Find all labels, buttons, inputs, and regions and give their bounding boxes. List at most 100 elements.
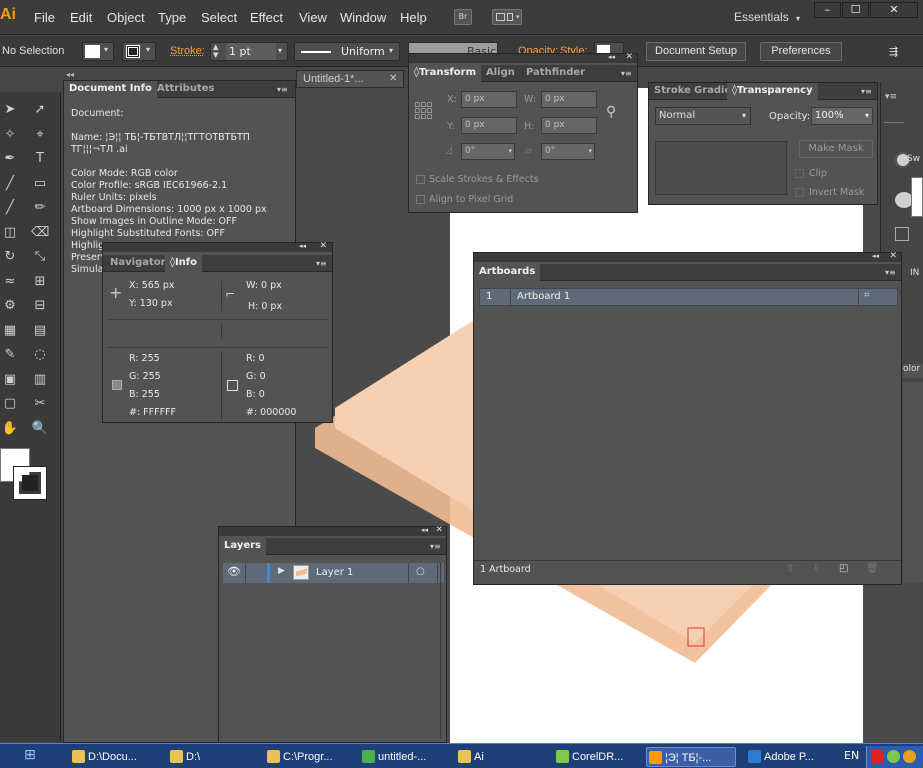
tab-artboards[interactable]: Artboards [474, 264, 541, 281]
menu-object[interactable]: Object [107, 10, 145, 25]
maximize-button[interactable]: ☐ [842, 2, 869, 18]
menu-type[interactable]: Type [158, 10, 186, 25]
pdf-tray-icon[interactable] [871, 750, 884, 763]
panel-menu-icon[interactable]: ▾≡ [861, 87, 873, 96]
tab-transparency[interactable]: ◊Transparency [727, 83, 818, 100]
workspace-switcher[interactable]: Essentials ▾ [734, 10, 800, 24]
artboards-titlebar[interactable]: ◂◂ ✕ [474, 251, 901, 262]
menu-help[interactable]: Help [400, 10, 427, 25]
panel-menu-icon[interactable]: ▾≡ [277, 85, 289, 94]
h-field[interactable]: 0 px [541, 117, 597, 134]
tool-icon[interactable]: T [31, 150, 49, 168]
x-field[interactable]: 0 px [461, 91, 517, 108]
artboard-row[interactable]: 1 Artboard 1 ⌗ [479, 288, 898, 306]
w-field[interactable]: 0 px [541, 91, 597, 108]
taskbar-item[interactable]: C:\Progr... [265, 747, 355, 767]
document-tab-close[interactable]: ✕ [389, 73, 397, 84]
collapse-icon[interactable]: ◂◂ [608, 53, 615, 61]
collapse-icon[interactable]: ◂◂ [421, 526, 428, 534]
tool-icon[interactable]: ⌫ [31, 224, 49, 242]
tab-attributes[interactable]: Attributes [152, 81, 219, 98]
make-mask-button[interactable]: Make Mask [799, 140, 873, 158]
close-button[interactable]: ✕ [870, 2, 918, 18]
tool-icon[interactable]: ⌖ [31, 126, 49, 144]
dock-tab-label[interactable]: IN [910, 268, 919, 278]
taskbar-item[interactable]: Ai [456, 747, 546, 767]
tool-icon[interactable]: ✒ [1, 150, 19, 168]
menu-view[interactable]: View [299, 10, 327, 25]
reference-point-icon[interactable]: ▫▫▫ ▫▫▫ ▫▫▫ [414, 101, 434, 122]
tool-icon[interactable]: ▤ [31, 322, 49, 340]
expand-arrow-icon[interactable]: ▶ [278, 566, 285, 576]
clip-checkbox[interactable] [795, 169, 804, 178]
new-artboard-icon[interactable]: ◰ [839, 563, 848, 574]
tool-icon[interactable]: ✎ [1, 346, 19, 364]
document-setup-button[interactable]: Document Setup [646, 42, 746, 61]
move-up-icon[interactable]: ⇧ [786, 563, 794, 574]
menu-effect[interactable]: Effect [250, 10, 283, 25]
volume-tray-icon[interactable] [903, 750, 916, 763]
tool-icon[interactable]: ╱ [1, 175, 19, 193]
tool-icon[interactable]: ⚙ [1, 297, 19, 315]
link-icon[interactable]: ⚲ [606, 104, 616, 120]
move-down-icon[interactable]: ⇩ [812, 563, 820, 574]
tab-info[interactable]: ◊Info [165, 255, 203, 272]
bridge-button[interactable]: Br [454, 9, 472, 25]
tool-icon[interactable]: ✋ [1, 420, 19, 438]
target-icon[interactable]: ○ [416, 566, 425, 577]
tool-icon[interactable]: ✂ [31, 395, 49, 413]
panel-menu-icon[interactable]: ▾≡ [316, 259, 328, 268]
tool-icon[interactable]: ⊟ [31, 297, 49, 315]
tool-icon[interactable]: ≈ [1, 273, 19, 291]
tool-icon[interactable]: ⤡ [31, 248, 49, 266]
tab-align[interactable]: Align [481, 65, 520, 82]
tool-icon[interactable]: ↻ [1, 248, 19, 266]
stroke-color-box[interactable] [13, 466, 47, 500]
tab-navigator[interactable]: Navigator [105, 255, 171, 272]
variable-width-profile[interactable]: Uniform ▾ [294, 42, 400, 61]
control-menu-icon[interactable]: ⇶ [889, 45, 898, 58]
opacity-field[interactable]: 100% ▾ [811, 107, 873, 125]
visibility-eye-icon[interactable]: 👁 [227, 565, 241, 578]
tool-icon[interactable]: ╱ [1, 199, 19, 217]
artboard-options-icon[interactable]: ⌗ [864, 290, 870, 301]
fill-swatch-dropdown[interactable]: ▾ [82, 42, 114, 61]
tab-document-info[interactable]: Document Info [64, 81, 157, 98]
tool-icon[interactable]: ▥ [31, 371, 49, 389]
menu-select[interactable]: Select [201, 10, 237, 25]
color-tab[interactable]: olor [903, 364, 923, 378]
collapse-icon[interactable]: ◂◂ [872, 252, 879, 260]
tool-icon[interactable]: ▭ [31, 175, 49, 193]
network-tray-icon[interactable] [887, 750, 900, 763]
tool-icon[interactable]: ◫ [1, 224, 19, 242]
tab-pathfinder[interactable]: Pathfinder [521, 65, 590, 82]
delete-artboard-icon[interactable]: 🗑 [866, 563, 879, 574]
close-icon[interactable]: ✕ [889, 251, 897, 261]
taskbar-item[interactable]: CorelDR... [554, 747, 642, 767]
y-field[interactable]: 0 px [461, 117, 517, 134]
transform-panel-titlebar[interactable]: ◂◂ ✕ [409, 52, 637, 63]
blend-mode-dropdown[interactable]: Normal ▾ [655, 107, 751, 125]
taskbar-item[interactable]: Adobe P... [746, 747, 834, 767]
stroke-label[interactable]: Stroke: [170, 45, 205, 57]
tool-icon[interactable]: ▣ [1, 371, 19, 389]
rotate-field[interactable]: 0° ▾ [461, 143, 515, 160]
tab-transform[interactable]: ◊Transform [409, 65, 481, 82]
close-icon[interactable]: ✕ [625, 52, 633, 62]
invert-mask-checkbox[interactable] [795, 188, 804, 197]
tool-icon[interactable]: 🔍 [31, 420, 49, 438]
tool-icon[interactable]: ➤ [1, 101, 19, 119]
close-icon[interactable]: ✕ [435, 525, 443, 535]
dock-menu-icon[interactable]: ▾≡ [885, 92, 919, 108]
taskbar-item[interactable]: D:\ [168, 747, 253, 767]
symbols-icon[interactable] [895, 227, 909, 241]
document-tab[interactable]: Untitled-1*... ✕ [296, 70, 404, 88]
taskbar-item[interactable]: D:\Docu... [70, 747, 160, 767]
panel-menu-icon[interactable]: ▾≡ [430, 542, 442, 551]
stroke-weight-field[interactable]: ▲ ▼ 1 pt ▾ [210, 42, 288, 61]
collapse-icon[interactable]: ◂◂ [299, 242, 306, 250]
menu-edit[interactable]: Edit [70, 10, 92, 25]
tool-icon[interactable]: ✏ [31, 199, 49, 217]
stroke-swatch-dropdown[interactable]: ▾ [122, 42, 156, 61]
taskbar-item[interactable]: untitled-... [360, 747, 450, 767]
